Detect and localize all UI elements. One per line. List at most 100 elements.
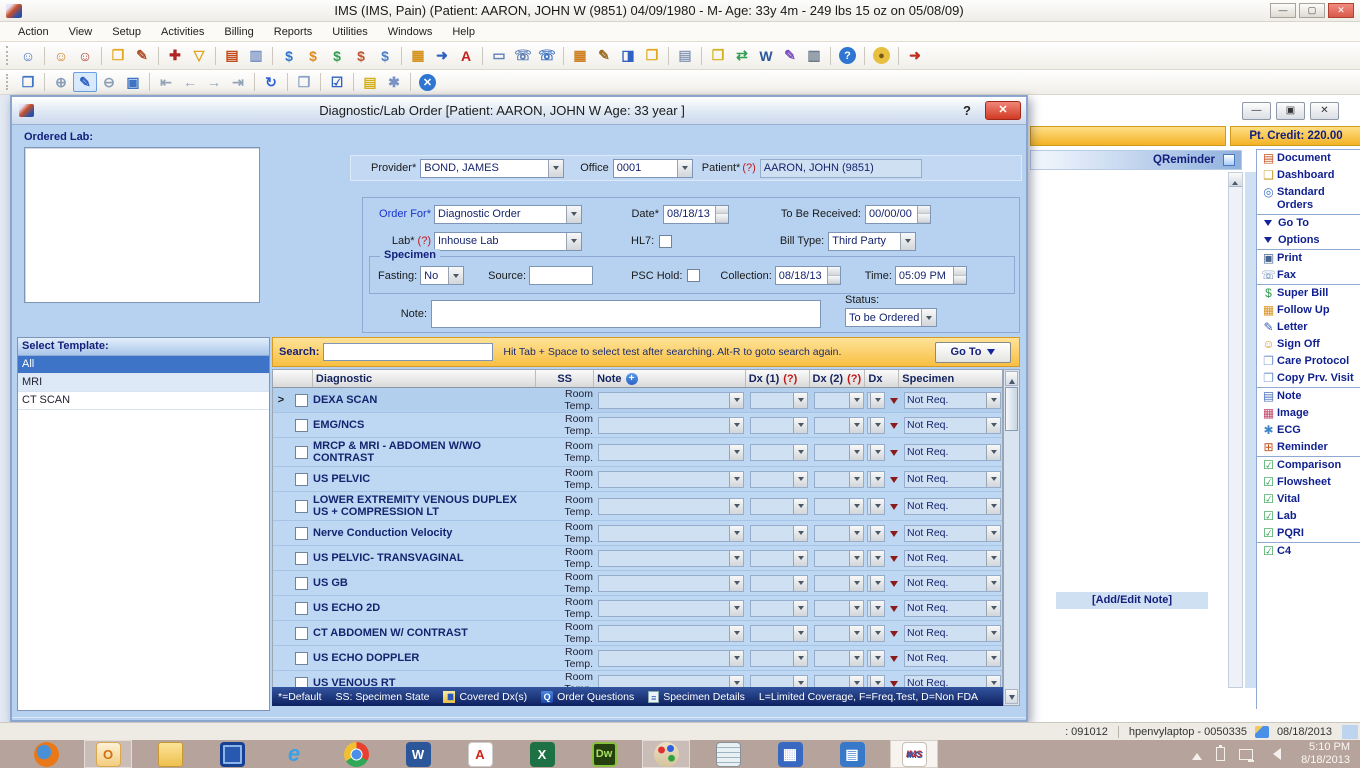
patient-check-icon[interactable]: ☺ (49, 46, 73, 66)
dx1-dropdown[interactable] (750, 675, 808, 688)
sidebar-item-dashboard[interactable]: ❑Dashboard (1257, 167, 1360, 184)
dropdown-button[interactable] (849, 676, 863, 688)
spin-up-icon[interactable] (954, 267, 966, 276)
clipboard-icon[interactable]: ▤ (673, 46, 697, 66)
chart-minimize-button[interactable]: — (1242, 102, 1271, 120)
sidebar-item-options[interactable]: Options (1257, 232, 1360, 249)
payment-icon[interactable]: $ (349, 46, 373, 66)
sidebar-item-lab[interactable]: ☑Lab (1257, 508, 1360, 525)
date-spinner[interactable]: 08/18/13 (663, 205, 729, 224)
scroll-up-icon[interactable] (1229, 173, 1242, 187)
dropdown-button[interactable] (849, 551, 863, 566)
lab-combo[interactable]: Inhouse Lab (434, 232, 582, 251)
spell-check-icon[interactable]: A (454, 46, 478, 66)
dropdown-button[interactable] (986, 651, 1000, 666)
lab-help-link[interactable]: (?) (418, 235, 431, 247)
search-input[interactable] (323, 343, 493, 361)
dx2-dropdown[interactable] (814, 575, 864, 592)
menu-activities[interactable]: Activities (151, 22, 214, 42)
add-edit-note-link[interactable]: [Add/Edit Note] (1056, 592, 1208, 609)
expand-arrow-icon[interactable] (890, 398, 898, 408)
spinner-buttons[interactable] (827, 267, 840, 284)
note-dropdown[interactable] (598, 525, 744, 542)
dropdown-button[interactable] (729, 445, 743, 460)
billing-blue-icon[interactable]: $ (277, 46, 301, 66)
nav-first-icon[interactable]: ⇤ (154, 72, 178, 92)
dropdown-button[interactable] (870, 576, 884, 591)
note-dropdown[interactable] (598, 392, 744, 409)
calendar-icon[interactable]: ▦ (406, 46, 430, 66)
sidebar-item-go-to[interactable]: Go To (1257, 214, 1360, 232)
patient-billing-icon[interactable]: $ (325, 46, 349, 66)
dropdown-button[interactable] (870, 499, 884, 514)
table-row[interactable]: MRCP & MRI - ABDOMEN W/WO CONTRASTRoom T… (273, 438, 1002, 467)
dropdown-button[interactable] (729, 472, 743, 487)
documents-icon[interactable]: ▥ (244, 46, 268, 66)
table-row[interactable]: >DEXA SCANRoom Temp.Not Req. (273, 388, 1002, 413)
dropdown-button[interactable] (729, 626, 743, 641)
dropdown-button[interactable] (729, 651, 743, 666)
patient-help-link[interactable]: (?) (742, 162, 755, 174)
time-spinner[interactable]: 05:09 PM (895, 266, 967, 285)
dropdown-button[interactable] (849, 526, 863, 541)
dropdown-button[interactable] (870, 472, 884, 487)
dx1-dropdown[interactable] (750, 417, 808, 434)
dx-dropdown[interactable] (867, 550, 885, 567)
dropdown-button[interactable] (677, 160, 692, 177)
fax-out-icon[interactable]: ☏ (511, 46, 535, 66)
open-chart-icon[interactable]: ❒ (106, 46, 130, 66)
dropdown-button[interactable] (793, 601, 807, 616)
dropdown-button[interactable] (986, 626, 1000, 641)
restore-button[interactable]: ▢ (1299, 3, 1325, 18)
dropdown-button[interactable] (548, 160, 563, 177)
sidebar-item-vital[interactable]: ☑Vital (1257, 491, 1360, 508)
dx-dropdown[interactable] (867, 525, 885, 542)
billing-orange-icon[interactable]: $ (301, 46, 325, 66)
signature-icon[interactable]: ✎ (778, 46, 802, 66)
header-dx1[interactable]: Dx (1)(?) (746, 370, 810, 387)
table-row[interactable]: US VENOUS RTRoom Temp.Not Req. (273, 671, 1002, 687)
dx-dropdown[interactable] (867, 625, 885, 642)
dropdown-button[interactable] (986, 393, 1000, 408)
note-dropdown[interactable] (598, 444, 744, 461)
dropdown-button[interactable] (870, 651, 884, 666)
dropdown-button[interactable] (849, 445, 863, 460)
copy-visit-icon[interactable]: ❐ (292, 72, 316, 92)
patient-verify-icon[interactable]: ☺ (73, 46, 97, 66)
dropdown-button[interactable] (793, 499, 807, 514)
taskbar-internet-explorer[interactable]: e (270, 740, 318, 768)
note-swap-icon[interactable]: ❐ (706, 46, 730, 66)
spin-up-icon[interactable] (716, 206, 728, 215)
header-dx2[interactable]: Dx (2)(?) (810, 370, 866, 387)
spin-down-icon[interactable] (716, 214, 728, 223)
taskbar-dreamweaver[interactable]: Dw (580, 740, 628, 768)
template-check-icon[interactable]: ☑ (325, 72, 349, 92)
taskbar-ims[interactable]: IMS (890, 740, 938, 768)
note-dropdown[interactable] (598, 675, 744, 688)
table-scrollbar[interactable] (1003, 369, 1020, 706)
dropdown-button[interactable] (729, 393, 743, 408)
edit-record-icon[interactable]: ✎ (73, 72, 97, 92)
dx2-dropdown[interactable] (814, 550, 864, 567)
expand-arrow-icon[interactable] (890, 477, 898, 487)
dropdown-button[interactable] (793, 676, 807, 688)
dropdown-button[interactable] (729, 676, 743, 688)
specimen-dropdown[interactable]: Not Req. (904, 525, 1001, 542)
delete-record-icon[interactable]: ⊖ (97, 72, 121, 92)
dropdown-button[interactable] (793, 526, 807, 541)
dropdown-button[interactable] (986, 676, 1000, 688)
table-row[interactable]: US ECHO 2DRoom Temp.Not Req. (273, 596, 1002, 621)
row-checkbox[interactable] (295, 552, 308, 565)
volume-icon[interactable] (1267, 748, 1281, 760)
specimen-dropdown[interactable]: Not Req. (904, 550, 1001, 567)
help-icon[interactable]: ? (839, 47, 856, 64)
row-checkbox[interactable] (295, 394, 308, 407)
specimen-dropdown[interactable]: Not Req. (904, 625, 1001, 642)
note-dropdown[interactable] (598, 498, 744, 515)
header-dx[interactable]: Dx (865, 370, 899, 387)
note-dropdown[interactable] (598, 550, 744, 567)
go-to-button[interactable]: Go To (935, 342, 1011, 363)
sidebar-item-comparison[interactable]: ☑Comparison (1257, 456, 1360, 474)
row-checkbox[interactable] (295, 652, 308, 665)
patient-edit-icon[interactable]: ✎ (130, 46, 154, 66)
